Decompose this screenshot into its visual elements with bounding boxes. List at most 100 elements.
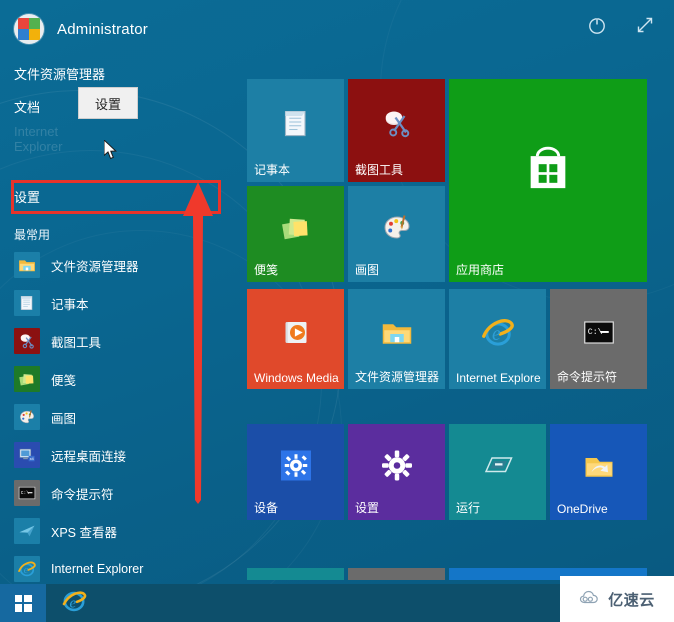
tile-label: 应用商店	[456, 263, 505, 277]
tile-Windows Media[interactable]: Windows Media	[247, 289, 344, 389]
tile-label: 截图工具	[355, 163, 404, 177]
expand-arrows-icon[interactable]	[634, 14, 656, 36]
tile-画图[interactable]: 画图	[348, 186, 445, 282]
tile-label: 便笺	[254, 263, 279, 277]
tile-label: 运行	[456, 501, 481, 515]
user-name-label: Administrator	[57, 20, 148, 38]
tile-label: Windows Media	[254, 371, 339, 385]
tile-label: 设置	[355, 501, 380, 515]
xps-viewer-icon	[14, 518, 40, 544]
tile-截图工具[interactable]: 截图工具	[348, 79, 445, 182]
paint-icon	[379, 210, 415, 251]
paint-icon	[14, 404, 40, 430]
tile-命令提示符[interactable]: C:\ 命令提示符	[550, 289, 647, 389]
svg-text:e: e	[70, 595, 77, 611]
tile-便笺[interactable]: 便笺	[247, 186, 344, 282]
ie-icon: e	[61, 588, 87, 619]
snipping-tool-icon	[379, 106, 415, 147]
app-list-item[interactable]: e Internet Explorer	[0, 550, 238, 584]
windows-start-icon	[14, 594, 32, 612]
settings-highlight-box	[11, 180, 221, 214]
ghost-text-line1: Internet	[14, 124, 59, 139]
tile-设备[interactable]: 设备	[247, 424, 344, 520]
app-list-item[interactable]: C:\ 命令提示符	[0, 474, 238, 512]
svg-text:C:\: C:\	[587, 327, 602, 337]
app-list-item-label: 命令提示符	[51, 487, 114, 502]
app-list-item-label: Internet Explorer	[51, 562, 144, 576]
app-list-item[interactable]: 文件资源管理器	[0, 246, 238, 284]
cmd-icon: C:\	[14, 480, 40, 506]
folder-icon	[14, 252, 40, 278]
recent-item-label: 文档	[14, 100, 41, 115]
tile-label: 记事本	[254, 163, 291, 177]
tile-文件资源管理器[interactable]: 文件资源管理器	[348, 289, 445, 389]
tile-设置[interactable]: 设置	[348, 424, 445, 520]
cloud-icon	[579, 589, 603, 610]
watermark-text: 亿速云	[608, 591, 655, 609]
tile-partial[interactable]	[247, 568, 344, 580]
app-list-item[interactable]: 记事本	[0, 284, 238, 322]
left-column: 文件资源管理器 文档 Internet Explorer 设置 最常用 文件资源…	[0, 58, 238, 584]
cmd-icon: C:\	[581, 315, 617, 356]
sticky-notes-icon	[278, 210, 314, 251]
start-menu: Administrator 文件资源管理器 文档 Internet Explor…	[0, 0, 674, 584]
devices-gear-icon	[278, 448, 314, 489]
notepad-icon	[14, 290, 40, 316]
user-account-button[interactable]: Administrator	[14, 14, 148, 44]
tile-partial[interactable]	[348, 568, 445, 580]
most-used-header: 最常用	[14, 228, 51, 242]
run-dialog-icon	[480, 448, 516, 489]
remote-desktop-icon: x4	[14, 442, 40, 468]
tile-运行[interactable]: 运行	[449, 424, 546, 520]
watermark: 亿速云	[560, 576, 674, 622]
tile-label: Internet Explore	[456, 371, 541, 385]
tile-label: 设备	[254, 501, 279, 515]
recent-item-label: 文件资源管理器	[14, 67, 106, 82]
app-list-item[interactable]: 便笺	[0, 360, 238, 398]
onedrive-icon	[581, 448, 617, 489]
settings-entry-label: 设置	[14, 190, 41, 205]
taskbar-item-internet-explorer[interactable]: e	[46, 584, 102, 622]
ghost-text: Internet Explorer	[14, 124, 62, 154]
app-list-item-label: 文件资源管理器	[51, 259, 139, 274]
tile-label: OneDrive	[557, 502, 608, 516]
store-bag-icon	[516, 138, 580, 207]
recent-item-file-explorer[interactable]: 文件资源管理器	[0, 58, 238, 89]
svg-text:e: e	[24, 564, 29, 576]
header-actions	[586, 14, 656, 36]
media-player-icon	[278, 315, 314, 356]
tile-label: 命令提示符	[557, 370, 618, 384]
ie-icon: e	[14, 556, 40, 582]
app-list-item[interactable]: x4 远程桌面连接	[0, 436, 238, 474]
start-button[interactable]	[0, 584, 46, 622]
svg-text:x4: x4	[30, 457, 34, 461]
settings-tooltip-label: 设置	[94, 96, 121, 112]
ie-icon: e	[480, 315, 516, 356]
settings-gear-icon	[379, 448, 415, 489]
tile-记事本[interactable]: 记事本	[247, 79, 344, 182]
app-list-item[interactable]: 截图工具	[0, 322, 238, 360]
app-list-item-label: 截图工具	[51, 335, 102, 350]
settings-entry[interactable]: 设置	[14, 187, 40, 206]
snipping-tool-icon	[14, 328, 40, 354]
tile-OneDrive[interactable]: OneDrive	[550, 424, 647, 520]
app-list-item-label: XPS 查看器	[51, 525, 117, 540]
tile-应用商店[interactable]: 应用商店	[449, 79, 647, 282]
settings-tooltip: 设置	[78, 87, 138, 119]
app-list-item-label: 便笺	[51, 373, 77, 388]
svg-text:e: e	[492, 324, 501, 345]
notepad-icon	[278, 106, 314, 147]
most-used-app-list: 文件资源管理器 记事本截图工具便笺画图 x4 远程桌面连接 C:\ 命令提示符 XPS 查看…	[0, 246, 238, 584]
avatar[interactable]	[14, 14, 44, 44]
sticky-notes-icon	[14, 366, 40, 392]
app-list-item-label: 记事本	[51, 297, 89, 312]
app-list-item[interactable]: 画图	[0, 398, 238, 436]
tile-Internet Explore[interactable]: e Internet Explore	[449, 289, 546, 389]
ghost-text-line2: Explorer	[14, 139, 63, 154]
folder-icon	[379, 315, 415, 356]
app-list-item-label: 远程桌面连接	[51, 449, 127, 464]
app-list-item[interactable]: XPS 查看器	[0, 512, 238, 550]
app-list-item-label: 画图	[51, 411, 77, 426]
power-icon[interactable]	[586, 14, 608, 36]
tile-label: 画图	[355, 263, 380, 277]
